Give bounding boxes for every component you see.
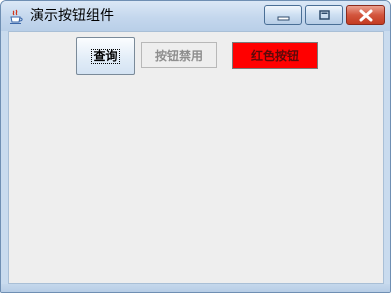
maximize-button[interactable] bbox=[305, 5, 343, 25]
maximize-icon bbox=[319, 10, 330, 20]
content-panel: 查询 按钮禁用 红色按钮 bbox=[8, 31, 384, 284]
title-bar[interactable]: 演示按钮组件 bbox=[1, 1, 390, 31]
minimize-button[interactable] bbox=[264, 5, 302, 25]
java-coffee-cup-icon[interactable] bbox=[8, 9, 24, 25]
disabled-button: 按钮禁用 bbox=[141, 42, 217, 68]
window-bottom-border bbox=[1, 284, 390, 292]
app-window: 演示按钮组件 查询 按钮禁用 红色按钮 bbox=[0, 0, 391, 293]
minimize-icon bbox=[277, 16, 290, 21]
query-button[interactable]: 查询 bbox=[76, 37, 135, 75]
close-button[interactable] bbox=[346, 5, 385, 25]
query-button-label: 查询 bbox=[91, 48, 120, 64]
red-button[interactable]: 红色按钮 bbox=[232, 42, 318, 69]
close-icon bbox=[359, 9, 373, 22]
window-title: 演示按钮组件 bbox=[30, 8, 114, 24]
